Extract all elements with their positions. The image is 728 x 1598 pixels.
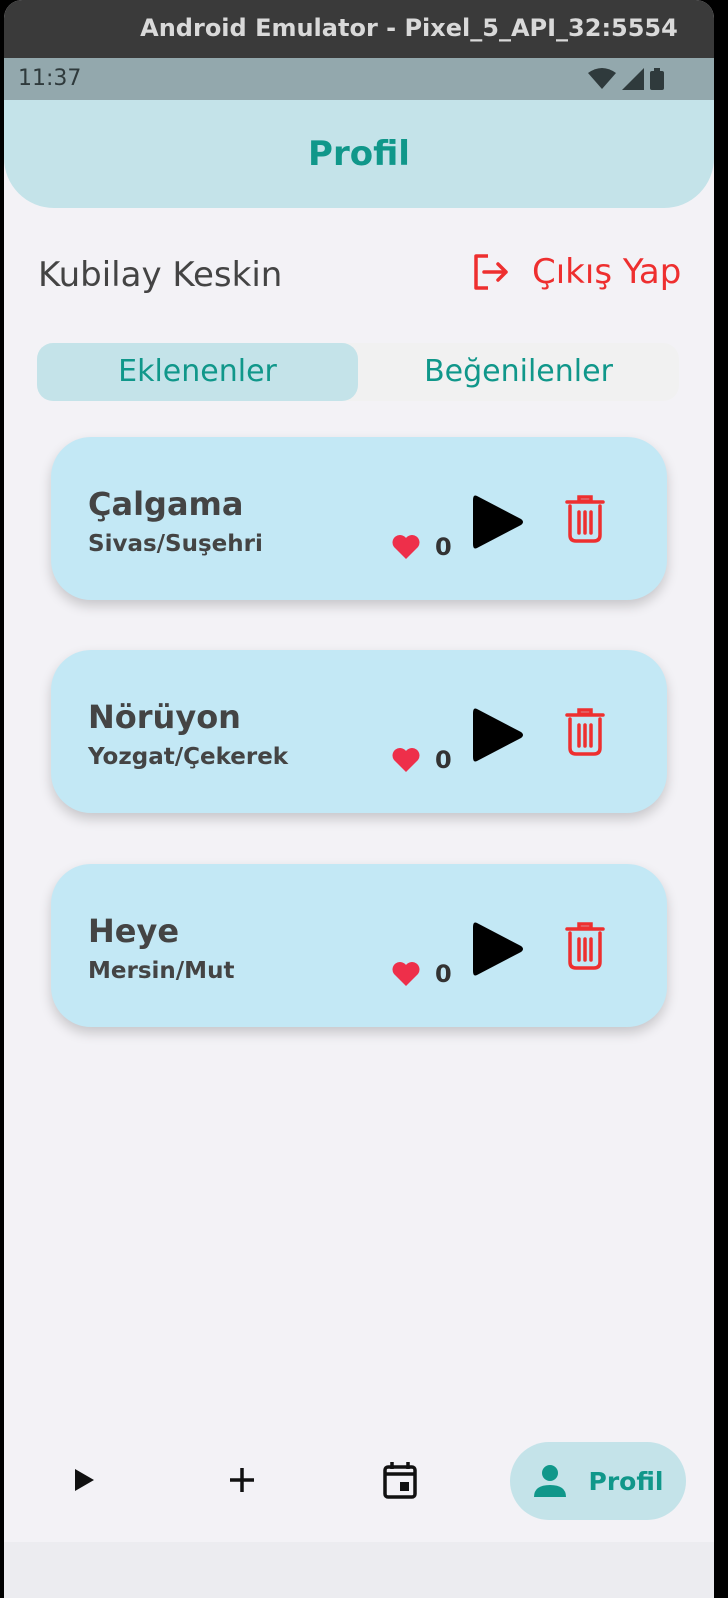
profile-username: Kubilay Keskin bbox=[38, 255, 283, 295]
nav-profile-label: Profil bbox=[588, 1466, 664, 1496]
nav-profile[interactable]: Profil bbox=[510, 1442, 686, 1520]
trash-icon bbox=[565, 708, 605, 756]
heart-icon bbox=[392, 962, 420, 986]
nav-add[interactable] bbox=[202, 1440, 282, 1520]
plus-icon bbox=[230, 1468, 254, 1492]
like-count: 0 bbox=[435, 960, 452, 988]
window-title: Android Emulator - Pixel_5_API_32:5554 bbox=[140, 14, 678, 42]
song-place: Yozgat/Çekerek bbox=[88, 744, 289, 770]
tab-begenilenler[interactable]: Beğenilenler bbox=[358, 343, 679, 401]
trash-icon bbox=[565, 922, 605, 970]
app-bar: Profil bbox=[4, 100, 714, 208]
song-card: Nörüyon Yozgat/Çekerek 0 bbox=[51, 650, 667, 813]
emulator-window: Android Emulator - Pixel_5_API_32:5554 1… bbox=[4, 0, 714, 1598]
profile-tabs: Eklenenler Beğenilenler bbox=[37, 343, 679, 401]
status-time: 11:37 bbox=[18, 66, 82, 91]
play-icon bbox=[473, 922, 523, 976]
heart-icon bbox=[392, 748, 420, 772]
like-count: 0 bbox=[435, 746, 452, 774]
song-card: Çalgama Sivas/Suşehri 0 bbox=[51, 437, 667, 600]
song-place: Mersin/Mut bbox=[88, 958, 235, 984]
nav-calendar[interactable] bbox=[360, 1440, 440, 1520]
window-titlebar: Android Emulator - Pixel_5_API_32:5554 bbox=[4, 0, 714, 58]
trash-icon bbox=[565, 495, 605, 543]
system-nav-area bbox=[4, 1542, 714, 1598]
status-icons bbox=[588, 68, 664, 90]
like-count: 0 bbox=[435, 533, 452, 561]
song-name: Nörüyon bbox=[88, 698, 241, 736]
delete-button[interactable] bbox=[565, 708, 605, 760]
signal-icon bbox=[622, 68, 644, 90]
bottom-navigation: Profil bbox=[4, 1440, 714, 1530]
tab-eklenenler[interactable]: Eklenenler bbox=[37, 343, 358, 401]
battery-icon bbox=[650, 68, 664, 90]
logout-icon bbox=[474, 254, 508, 290]
play-button[interactable] bbox=[471, 919, 527, 983]
heart-icon bbox=[392, 535, 420, 559]
delete-button[interactable] bbox=[565, 495, 605, 547]
song-card: Heye Mersin/Mut 0 bbox=[51, 864, 667, 1027]
play-icon bbox=[473, 708, 523, 762]
play-button[interactable] bbox=[471, 705, 527, 769]
play-icon bbox=[473, 495, 523, 549]
nav-play[interactable] bbox=[44, 1440, 124, 1520]
song-likes[interactable]: 0 bbox=[391, 746, 452, 774]
delete-button[interactable] bbox=[565, 922, 605, 974]
person-icon bbox=[533, 1465, 566, 1497]
calendar-icon bbox=[383, 1462, 417, 1499]
song-likes[interactable]: 0 bbox=[391, 533, 452, 561]
play-button[interactable] bbox=[471, 492, 527, 556]
logout-label: Çıkış Yap bbox=[532, 252, 682, 292]
song-name: Heye bbox=[88, 912, 180, 950]
wifi-icon bbox=[588, 68, 616, 89]
play-icon bbox=[75, 1469, 94, 1491]
song-likes[interactable]: 0 bbox=[391, 960, 452, 988]
song-place: Sivas/Suşehri bbox=[88, 531, 263, 557]
song-name: Çalgama bbox=[88, 485, 244, 523]
page-title: Profil bbox=[308, 134, 410, 174]
status-bar: 11:37 bbox=[4, 58, 714, 100]
logout-button[interactable]: Çıkış Yap bbox=[470, 252, 681, 292]
